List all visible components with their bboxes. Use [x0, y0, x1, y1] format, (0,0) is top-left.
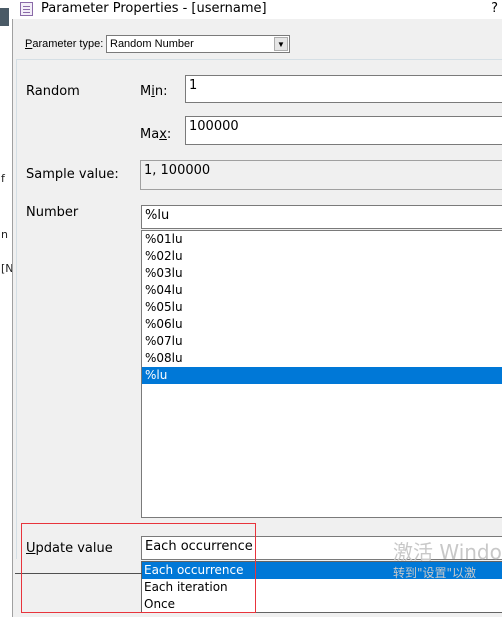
annotation-highlight-box — [21, 523, 256, 613]
parameter-type-value: Random Number — [110, 38, 194, 50]
background-app-tile — [0, 8, 9, 26]
number-format-list[interactable]: %01lu %02lu %03lu %04lu %05lu %06lu %07l… — [141, 230, 502, 518]
background-glyph: n — [1, 228, 8, 241]
parameter-list-icon — [20, 2, 33, 16]
number-label: Number — [26, 205, 79, 220]
list-item[interactable]: %06lu — [142, 316, 502, 333]
window-title: Parameter Properties - [username] — [41, 1, 267, 16]
min-input[interactable]: 1 — [185, 75, 502, 103]
max-input[interactable]: 100000 — [185, 116, 502, 145]
max-label: Max: — [140, 127, 172, 142]
random-label: Random — [26, 84, 80, 99]
list-item-selected[interactable]: %lu — [142, 367, 502, 384]
background-glyph: f — [1, 172, 5, 185]
background-window-edge: f n [N — [0, 0, 14, 617]
list-item[interactable]: %07lu — [142, 333, 502, 350]
parameter-type-select[interactable]: Random Number ▼ — [106, 35, 290, 53]
number-format-input[interactable]: %lu — [141, 205, 502, 229]
list-item[interactable]: %02lu — [142, 248, 502, 265]
help-button[interactable]: ? — [491, 0, 498, 17]
chevron-down-icon[interactable]: ▼ — [274, 37, 288, 51]
list-item[interactable]: %05lu — [142, 299, 502, 316]
sample-value-display: 1, 100000 — [140, 160, 502, 190]
list-item[interactable]: %08lu — [142, 350, 502, 367]
parameter-type-label: Parameter type: — [25, 38, 104, 50]
min-label: Min: — [140, 84, 168, 99]
activation-watermark-sub: 转到"设置"以激 — [393, 566, 477, 580]
title-bar[interactable]: Parameter Properties - [username] ? — [12, 0, 502, 19]
list-item[interactable]: %03lu — [142, 265, 502, 282]
activation-watermark: 激活 Windo — [393, 540, 502, 564]
list-item[interactable]: %04lu — [142, 282, 502, 299]
sample-value-label: Sample value: — [26, 167, 119, 182]
list-item[interactable]: %01lu — [142, 231, 502, 248]
